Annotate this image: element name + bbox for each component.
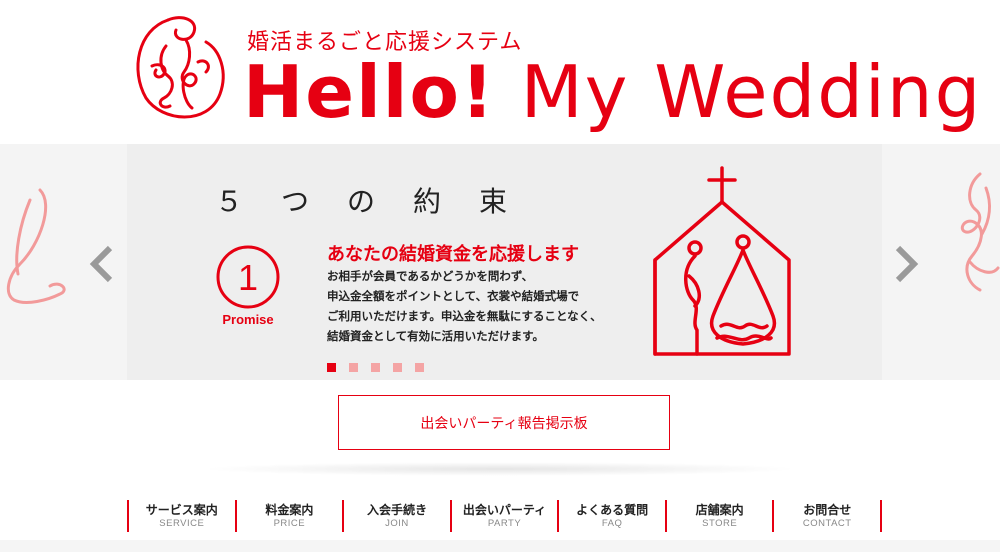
nav-item-contact[interactable]: お問合せ CONTACT [772,500,883,532]
slide-indicators [327,363,424,373]
nav-item-label: 入会手続き [366,502,427,517]
promise-body-line: お相手が会員であるかどうかを問わず、 [327,269,534,283]
slide-indicator-dot[interactable] [327,363,336,372]
slide-indicator-dot[interactable] [371,363,380,372]
active-slide: ５つの約束 1 Promise あなたの結婚資金を応援します お相手が会員である… [127,144,882,380]
nav-item-sublabel: STORE [702,517,738,529]
nav-item-label: サービス案内 [145,502,218,517]
promise-number: 1 [238,257,258,298]
chevron-left-icon[interactable] [88,244,116,284]
nav-item-sublabel: JOIN [385,517,409,529]
promise-number-badge: 1 [216,245,280,309]
main-nav: サービス案内 SERVICE 料金案内 PRICE 入会手続き JOIN 出会い… [127,500,883,532]
nav-item-sublabel: FAQ [601,517,623,529]
slide-indicator-dot[interactable] [393,363,402,372]
nav-item-store[interactable]: 店舗案内 STORE [664,500,773,532]
nav-item-join[interactable]: 入会手続き JOIN [342,500,450,532]
slide-heading: ５つの約束 [215,185,546,218]
slide-indicator-dot[interactable] [415,363,424,372]
promise-label: Promise [222,312,274,327]
nav-item-faq[interactable]: よくある質問 FAQ [557,500,665,532]
promise-body: お相手が会員であるかどうかを問わず、 申込金全額をポイントとして、衣裳や結婚式場… [327,266,602,346]
nav-item-label: お問合せ [803,502,852,517]
site-title[interactable]: Hello! My Wedding [243,52,982,132]
slide-indicator-dot[interactable] [349,363,358,372]
promise-title: あなたの結婚資金を応援します [327,244,579,265]
nav-item-label: よくある質問 [576,502,649,517]
site-title-wedding: My Wedding [495,50,983,134]
promise-body-line: 申込金全額をポイントとして、衣裳や結婚式場で [327,289,580,303]
couple-knot-logo-icon[interactable] [128,10,228,128]
nav-item-sublabel: SERVICE [159,517,205,529]
page-bottom-strip [0,540,1000,552]
promise-slider: ５つの約束 1 Promise あなたの結婚資金を応援します お相手が会員である… [0,144,1000,380]
nav-item-sublabel: PRICE [273,517,306,529]
promise-body-line: 結婚資金として有効に活用いただけます。 [327,329,545,343]
nav-item-price[interactable]: 料金案内 PRICE [234,500,343,532]
nav-item-party[interactable]: 出会いパーティ PARTY [449,500,558,532]
nav-item-sublabel: CONTACT [802,517,852,529]
nav-item-service[interactable]: サービス案内 SERVICE [127,500,235,532]
nav-item-label: 店舗案内 [695,502,744,517]
party-report-board-button[interactable]: 出会いパーティ報告掲示板 [338,395,670,450]
site-header: 婚活まるごと応援システム Hello! My Wedding [0,0,1000,144]
nav-item-sublabel: PARTY [487,517,522,529]
site-title-hello: Hello! [243,50,496,134]
chevron-right-icon[interactable] [892,244,920,284]
promise-body-line: ご利用いただけます。申込金を無駄にすることなく、 [327,309,602,323]
nav-item-label: 料金案内 [265,502,314,517]
church-couple-icon [653,166,791,356]
divider-shadow [200,462,800,476]
nav-item-label: 出会いパーティ [462,502,547,517]
